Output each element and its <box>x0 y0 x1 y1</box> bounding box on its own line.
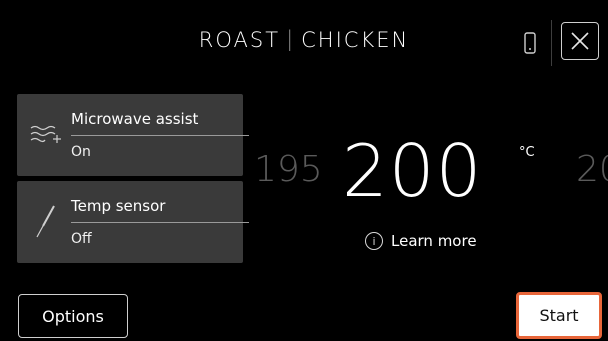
temp-sensor-value: Off <box>71 231 92 247</box>
recipe-label: CHICKEN <box>301 28 410 52</box>
mode-label: ROAST <box>198 28 281 52</box>
phone-icon <box>524 32 536 54</box>
phone-button[interactable] <box>519 29 541 57</box>
temp-unit: °C <box>519 145 535 160</box>
microwave-assist-card[interactable]: Microwave assist On <box>17 94 249 176</box>
microwave-assist-label: Microwave assist <box>71 110 199 128</box>
microwave-assist-value: On <box>71 144 91 160</box>
learn-more-link[interactable]: i Learn more <box>365 232 477 250</box>
recipe-title: ROAST | CHICKEN <box>0 27 608 52</box>
temp-option-prev[interactable]: 195 <box>254 152 323 188</box>
options-button[interactable]: Options <box>18 294 128 338</box>
temp-option-next[interactable]: 205 <box>576 152 608 188</box>
temp-selected[interactable]: 200 <box>342 135 482 207</box>
card-divider <box>71 135 249 136</box>
close-button[interactable] <box>561 22 599 60</box>
header-divider <box>551 20 552 66</box>
oven-screen: ROAST | CHICKEN Microwave assist On Temp… <box>0 0 608 341</box>
temp-sensor-card[interactable]: Temp sensor Off <box>17 181 249 263</box>
learn-more-label: Learn more <box>391 232 477 250</box>
temp-probe-icon <box>36 205 55 238</box>
temp-sensor-label: Temp sensor <box>71 197 166 215</box>
close-icon <box>571 32 589 50</box>
start-button[interactable]: Start <box>516 292 602 339</box>
microwave-waves-plus-icon <box>30 125 61 143</box>
card-divider <box>71 222 249 223</box>
title-separator: | <box>286 27 296 51</box>
info-icon: i <box>365 232 383 250</box>
